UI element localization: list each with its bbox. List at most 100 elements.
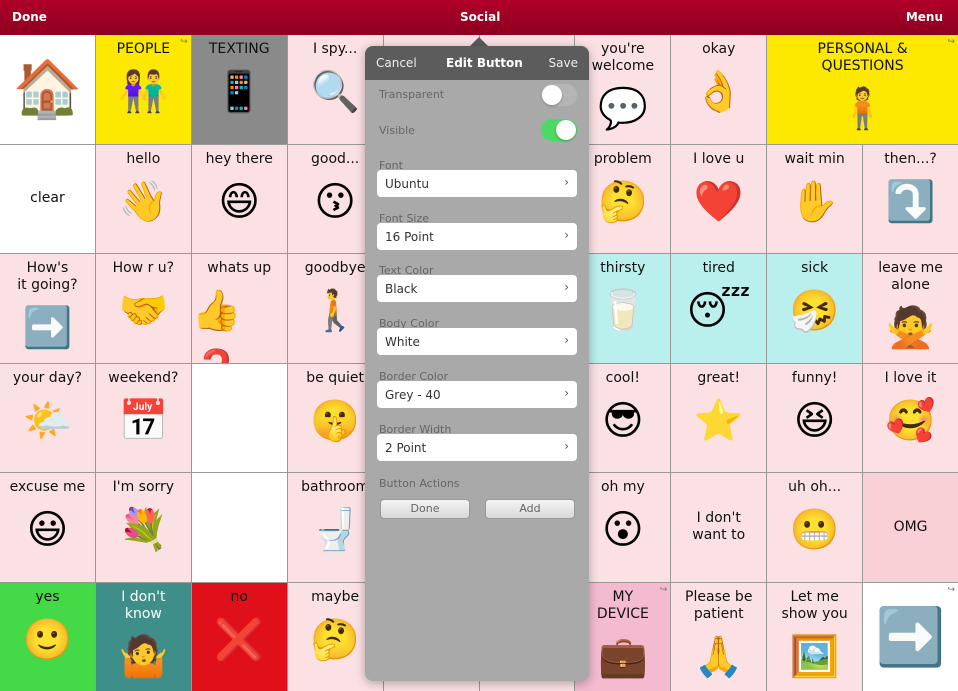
grid-cell-personal-questions[interactable]: PERSONAL & QUESTIONS 🧍 ↪ — [767, 35, 958, 144]
cancel-button[interactable]: Cancel — [376, 56, 417, 70]
grid-cell-hey-there[interactable]: hey there 😄 — [191, 144, 287, 253]
cell-label: tired — [702, 260, 735, 276]
grid-cell-hello[interactable]: hello 👋 — [95, 144, 191, 253]
grid-cell-tired[interactable]: tired 😴 — [671, 254, 767, 363]
grid-cell-how-r-u[interactable]: How r u? 🤝 — [95, 254, 191, 363]
cell-label: TEXTING — [208, 41, 270, 57]
cell-label: hey there — [205, 150, 273, 167]
popover-arrow — [470, 37, 488, 46]
grid-cell-texting[interactable]: TEXTING 📱 — [191, 35, 287, 144]
grid-cell-great[interactable]: great! ⭐ — [671, 363, 767, 472]
field-value: Grey - 40 — [385, 387, 441, 402]
waving-face-icon: 👋 — [118, 178, 169, 225]
grid-cell-funny[interactable]: funny! 😆 — [767, 363, 863, 472]
handshake-icon: 🤝 — [118, 288, 169, 334]
laughing-icon: 😆 — [793, 397, 836, 444]
menu-button[interactable]: Menu — [906, 10, 943, 24]
cell-label: I don't want to — [692, 510, 746, 544]
grid-cell-i-m-sorry[interactable]: I'm sorry 💐 — [95, 473, 191, 582]
grid-cell-no[interactable]: no ❌ — [191, 582, 287, 691]
cell-label: thirsty — [600, 260, 646, 276]
transparent-label: Transparent — [379, 88, 445, 101]
grid-cell-problem[interactable]: problem 🤔 — [575, 144, 671, 253]
grid-cell-clear[interactable]: clear — [0, 144, 95, 253]
waving-person-icon: 🚶 — [310, 288, 361, 334]
grid-cell-people[interactable]: PEOPLE 👫 ↪ — [95, 35, 191, 144]
font-select[interactable]: Ubuntu › — [377, 170, 577, 197]
hand-stop-icon: ✋ — [789, 178, 840, 225]
grid-cell-wait-min[interactable]: wait min ✋ — [767, 144, 863, 253]
grid-cell-oh-my[interactable]: oh my 😮 — [575, 473, 671, 582]
done-button[interactable]: Done — [12, 10, 47, 24]
people-icon: 👫 — [118, 69, 169, 115]
grid-cell-uh-oh[interactable]: uh oh... 😬 — [767, 473, 863, 582]
cell-label: clear — [30, 190, 65, 207]
folder-link-icon: ↪ — [659, 584, 668, 595]
grid-cell[interactable]: ➡️ ↪ — [863, 582, 958, 691]
body-color-select[interactable]: White › — [377, 328, 577, 356]
grid-cell-you-re-welcome[interactable]: you're welcome 💬 — [575, 35, 671, 144]
question-face-icon: 🤔 — [310, 616, 361, 663]
grid-cell-sick[interactable]: sick 🤧 — [767, 254, 863, 363]
grid-cell-i-love-u[interactable]: I love u ❤️ — [671, 144, 767, 253]
font-size-select[interactable]: 16 Point › — [377, 222, 577, 250]
grid-cell-weekend[interactable]: weekend? 📅 — [95, 363, 191, 472]
grid-cell-i-love-it[interactable]: I love it 🥰 — [863, 363, 958, 472]
grid-cell[interactable] — [191, 363, 287, 472]
grid-cell-please-be-patient[interactable]: Please be patient 🙏 — [671, 582, 767, 691]
grid-cell-omg[interactable]: OMG — [863, 473, 958, 582]
grid-cell-thirsty[interactable]: thirsty 🥛 — [575, 254, 671, 363]
field-value: Ubuntu — [385, 177, 429, 191]
person-icon: 🧍 — [837, 86, 888, 132]
folder-link-icon: ↪ — [180, 37, 188, 47]
grid-cell-yes[interactable]: yes 🙂 — [0, 582, 95, 691]
chevron-right-icon: › — [564, 175, 569, 189]
grid-cell[interactable] — [191, 473, 287, 582]
cell-label: uh oh... — [788, 479, 842, 495]
cell-label: Let me show you — [781, 588, 848, 622]
cell-label: I'm sorry — [112, 479, 175, 495]
visible-toggle[interactable] — [541, 119, 577, 141]
save-button[interactable]: Save — [549, 56, 578, 70]
cell-label: bathroom — [301, 479, 370, 495]
grid-cell-whats-up[interactable]: whats up 👍❓ — [191, 254, 287, 363]
next-arrow-icon: ⤵️ — [885, 178, 936, 225]
smiling-face-icon: 😃 — [26, 507, 69, 553]
actions-done-button[interactable]: Done — [380, 499, 470, 519]
cell-label: goodbye — [304, 260, 366, 276]
actions-add-button[interactable]: Add — [485, 499, 575, 519]
border-width-select[interactable]: 2 Point › — [377, 433, 577, 461]
grid-cell[interactable]: 🏠 — [0, 35, 95, 144]
grid-cell-excuse-me[interactable]: excuse me 😃 — [0, 473, 95, 582]
grid-cell-i-don-t-want-to[interactable]: I don't want to — [671, 473, 767, 582]
toilet-icon: 🚽 — [310, 507, 361, 553]
grid-cell-let-me-show-you[interactable]: Let me show you 🖼️ — [767, 582, 863, 691]
cell-label: oh my — [600, 479, 645, 495]
ok-hand-icon: 👌 — [693, 69, 744, 115]
talking-people-icon: 💬 — [597, 86, 648, 132]
cell-label: wait min — [784, 150, 845, 167]
cell-label: leave me alone — [878, 260, 943, 293]
cell-label: okay — [702, 41, 736, 57]
next-page-arrow-icon: ➡️ — [875, 604, 946, 670]
grid-cell-i-don-t-know[interactable]: I don't know 🤷 — [95, 582, 191, 691]
grid-cell-cool[interactable]: cool! 😎 — [575, 363, 671, 472]
cell-label: cool! — [605, 369, 641, 386]
transparent-toggle[interactable] — [541, 84, 577, 106]
grid-cell-my-device[interactable]: MY DEVICE 💼 ↪ — [575, 582, 671, 691]
grid-cell-leave-me-alone[interactable]: leave me alone 🙅 — [863, 254, 958, 363]
cell-label: How r u? — [112, 260, 175, 276]
cell-label: good... — [311, 150, 360, 167]
surprised-face-icon: 😮 — [601, 507, 644, 553]
cell-label: MY DEVICE — [596, 588, 649, 622]
house-icon: 🏠 — [12, 57, 83, 122]
device-icon: 💼 — [597, 633, 648, 680]
sunglasses-face-icon: 😎 — [601, 397, 644, 444]
text-color-select[interactable]: Black › — [377, 275, 577, 303]
grid-cell-okay[interactable]: okay 👌 — [671, 35, 767, 144]
border-color-select[interactable]: Grey - 40 › — [377, 380, 577, 408]
flowers-icon: 💐 — [118, 507, 169, 553]
grid-cell-how-s-it-going[interactable]: How's it going? ➡️ — [0, 254, 95, 363]
grid-cell-then[interactable]: then...? ⤵️ — [863, 144, 958, 253]
grid-cell-your-day[interactable]: your day? 🌤️ — [0, 363, 95, 472]
